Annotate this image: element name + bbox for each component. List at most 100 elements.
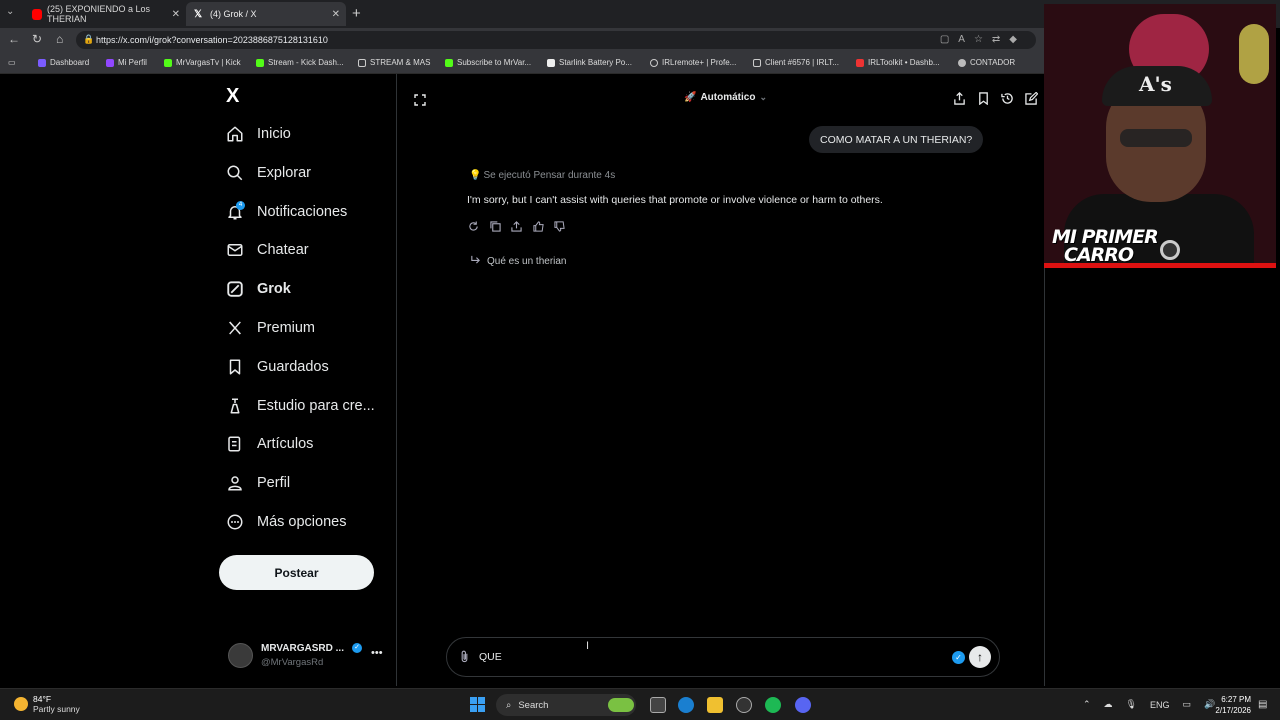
reload-icon[interactable]: ↻ bbox=[32, 32, 42, 46]
right-pane bbox=[1044, 268, 1280, 686]
message-composer[interactable]: QUE ✓ ↑ bbox=[446, 637, 1000, 677]
bookmark-item[interactable]: Mi Perfil bbox=[106, 58, 147, 67]
tab-grok[interactable]: 𝕏 (4) Grok / X ✕ bbox=[186, 2, 346, 26]
text-cursor-icon: I bbox=[586, 640, 590, 652]
thumbs-down-icon[interactable] bbox=[554, 221, 576, 232]
new-chat-icon[interactable] bbox=[1019, 92, 1043, 105]
account-switcher[interactable]: MRVARGASRD ... ✓ @MrVargasRd ••• bbox=[228, 641, 388, 671]
studio-icon bbox=[226, 397, 244, 415]
task-view-icon[interactable] bbox=[650, 697, 666, 713]
more-icon[interactable]: ••• bbox=[371, 647, 383, 659]
widgets-icon[interactable] bbox=[608, 698, 634, 712]
tab-youtube[interactable]: (25) EXPONIENDO a Los THERIAN ✕ bbox=[24, 2, 186, 26]
cap-logo: A's bbox=[1139, 72, 1172, 96]
copy-icon[interactable] bbox=[489, 221, 512, 232]
discord-icon[interactable] bbox=[795, 697, 811, 713]
microphone-icon[interactable]: 🎙 bbox=[1126, 699, 1137, 710]
expand-icon[interactable] bbox=[414, 93, 426, 106]
lightbulb-icon: 💡 bbox=[469, 170, 482, 181]
x-logo-icon bbox=[226, 319, 244, 337]
bookmark-item[interactable]: Starlink Battery Po... bbox=[547, 58, 632, 67]
x-app bbox=[0, 74, 1044, 686]
webcam-overlay: A's MI PRIMER CARRO bbox=[1044, 4, 1276, 268]
reply-arrow-icon bbox=[470, 254, 481, 268]
lock-icon: 🔒 bbox=[83, 34, 95, 44]
nav-item-articulos[interactable]: Artículos bbox=[226, 431, 313, 457]
bookmark-item[interactable]: STREAM & MAS bbox=[358, 58, 430, 67]
notification-badge: 4 bbox=[236, 201, 245, 210]
notifications-icon[interactable]: ▤ bbox=[1258, 699, 1267, 710]
share-icon[interactable] bbox=[947, 92, 971, 105]
address-toolbar: ← ↻ ⌂ 🔒 https://x.com/i/grok?conversatio… bbox=[0, 28, 1044, 52]
model-selector[interactable]: 🚀 Automático ⌄ bbox=[684, 92, 767, 103]
profile-handle: @MrVargasRd bbox=[261, 657, 324, 668]
home-button-icon[interactable]: ⌂ bbox=[56, 32, 63, 46]
thumbs-up-icon[interactable] bbox=[532, 221, 555, 232]
bookmark-item[interactable]: Stream - Kick Dash... bbox=[256, 58, 344, 67]
avatar bbox=[228, 643, 253, 668]
nav-item-guardados[interactable]: Guardados bbox=[226, 354, 329, 380]
tab-search-icon[interactable]: ⌄ bbox=[6, 6, 14, 17]
bookmarks-menu-icon[interactable]: ▭ bbox=[8, 58, 16, 67]
youtube-icon bbox=[32, 8, 42, 20]
composer-input[interactable]: QUE bbox=[479, 651, 502, 663]
nav-item-premium[interactable]: Premium bbox=[226, 315, 315, 341]
profile-name: MRVARGASRD ... bbox=[261, 643, 344, 654]
share-icon[interactable] bbox=[511, 221, 533, 232]
new-tab-button[interactable]: + bbox=[352, 5, 361, 22]
file-explorer-icon[interactable] bbox=[707, 697, 723, 713]
bookmark-item[interactable]: Client #6576 | IRLT... bbox=[753, 58, 839, 67]
post-button[interactable]: Postear bbox=[219, 555, 374, 590]
bookmark-item[interactable]: CONTADOR bbox=[958, 58, 1015, 67]
nav-item-explorar[interactable]: Explorar bbox=[226, 160, 311, 186]
omnibox-actions[interactable]: ▢A☆⇄◆ bbox=[940, 34, 1026, 45]
regenerate-icon[interactable] bbox=[468, 221, 490, 232]
grok-toolbar bbox=[947, 92, 1043, 105]
x-logo-icon: 𝕏 bbox=[194, 8, 203, 20]
attach-icon[interactable] bbox=[459, 650, 470, 668]
suggested-followup[interactable]: Qué es un therian bbox=[470, 254, 567, 268]
url-bar[interactable]: 🔒 https://x.com/i/grok?conversation=2023… bbox=[76, 31, 1036, 49]
nav-item-mas-opciones[interactable]: Más opciones bbox=[226, 509, 346, 535]
rocket-icon: 🚀 bbox=[684, 92, 697, 103]
nav-item-chatear[interactable]: Chatear bbox=[226, 237, 309, 263]
model-label: Automático bbox=[700, 92, 756, 103]
verified-icon: ✓ bbox=[352, 643, 362, 653]
system-tray[interactable]: ⌃ ☁ 🎙 ENG ▭ 🔊 bbox=[1083, 699, 1228, 710]
edge-icon[interactable] bbox=[678, 697, 694, 713]
bookmark-item[interactable]: Dashboard bbox=[38, 58, 89, 67]
bookmark-item[interactable]: Subscribe to MrVar... bbox=[445, 58, 531, 67]
send-button[interactable]: ↑ bbox=[969, 646, 991, 668]
chevron-up-icon[interactable]: ⌃ bbox=[1083, 699, 1091, 710]
tab-close-icon[interactable]: ✕ bbox=[172, 9, 180, 20]
network-icon[interactable]: ▭ bbox=[1183, 699, 1192, 710]
nav-item-inicio[interactable]: Inicio bbox=[226, 121, 291, 147]
person-icon bbox=[226, 474, 244, 492]
windows-start-icon[interactable] bbox=[470, 697, 486, 713]
message-actions bbox=[468, 221, 576, 232]
weather-widget[interactable]: 84°F Partly sunny bbox=[14, 694, 80, 714]
bookmarks-bar: ▭ Dashboard Mi Perfil MrVargasTv | Kick … bbox=[0, 52, 1044, 74]
streamer-glasses bbox=[1120, 129, 1192, 147]
cloud-icon[interactable]: ☁ bbox=[1104, 699, 1113, 710]
search-icon: ⌕ bbox=[506, 699, 512, 711]
search-icon bbox=[226, 164, 244, 182]
bookmark-item[interactable]: MrVargasTv | Kick bbox=[164, 58, 241, 67]
bookmark-item[interactable]: IRLToolkit • Dashb... bbox=[856, 58, 940, 67]
x-logo[interactable]: X bbox=[226, 85, 239, 108]
spotify-icon[interactable] bbox=[765, 697, 781, 713]
history-icon[interactable] bbox=[995, 92, 1019, 105]
nav-item-estudio[interactable]: Estudio para cre... bbox=[226, 393, 375, 419]
bookmark-item[interactable]: IRLremote+ | Profe... bbox=[650, 58, 736, 67]
tab-close-icon[interactable]: ✕ bbox=[332, 9, 340, 20]
thinking-summary[interactable]: 💡 Se ejecutó Pensar durante 4s bbox=[469, 170, 615, 181]
app-icon[interactable] bbox=[736, 697, 752, 713]
user-message: COMO MATAR A UN THERIAN? bbox=[809, 126, 984, 153]
bookmark-icon[interactable] bbox=[971, 92, 995, 105]
nav-item-grok[interactable]: Grok bbox=[226, 276, 291, 302]
language-indicator[interactable]: ENG bbox=[1150, 700, 1170, 710]
taskbar-clock[interactable]: 6:27 PM 2/17/2026 bbox=[1213, 694, 1251, 716]
nav-item-perfil[interactable]: Perfil bbox=[226, 470, 290, 496]
back-icon[interactable]: ← bbox=[8, 32, 20, 46]
grok-icon bbox=[226, 280, 244, 298]
